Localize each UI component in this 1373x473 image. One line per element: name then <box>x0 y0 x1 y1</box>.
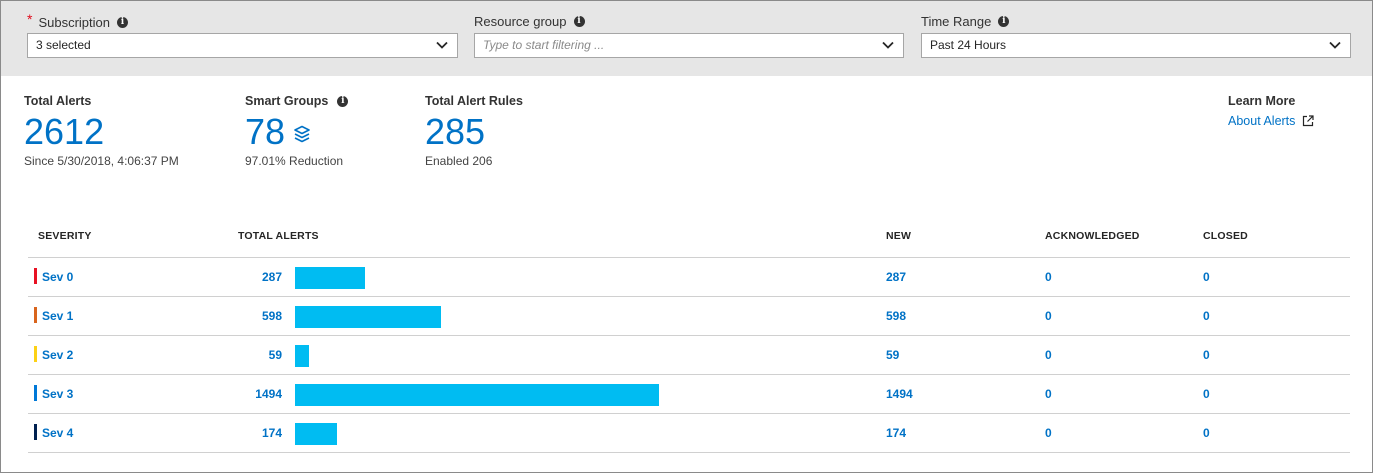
chevron-down-icon <box>436 41 448 49</box>
total-alerts-count[interactable]: 59 <box>269 348 282 362</box>
severity-color-marker <box>34 424 37 440</box>
severity-table: SEVERITY TOTAL ALERTS NEW ACKNOWLEDGED C… <box>28 220 1350 453</box>
table-row[interactable]: Sev 3 1494 1494 0 0 <box>28 375 1350 414</box>
closed-count[interactable]: 0 <box>1203 426 1210 440</box>
filter-bar: * Subscription i 3 selected Resource gro… <box>1 1 1372 76</box>
new-count[interactable]: 174 <box>886 426 906 440</box>
total-alerts-count[interactable]: 1494 <box>255 387 282 401</box>
total-alerts-title: Total Alerts <box>24 94 92 108</box>
severity-link[interactable]: Sev 3 <box>42 387 73 401</box>
smart-groups-title-row: Smart Groups i <box>245 94 349 108</box>
total-alerts-count[interactable]: 598 <box>262 309 282 323</box>
time-range-label-row: Time Range i <box>921 14 1010 29</box>
enabled-rules-count: Enabled 206 <box>425 154 493 168</box>
new-count[interactable]: 598 <box>886 309 906 323</box>
time-range-dropdown[interactable]: Past 24 Hours <box>921 33 1351 58</box>
acknowledged-count[interactable]: 0 <box>1045 309 1052 323</box>
smart-groups-stat: Smart Groups i 78 97.01% Reduction <box>245 94 349 168</box>
acknowledged-count[interactable]: 0 <box>1045 387 1052 401</box>
smart-groups-number[interactable]: 78 <box>245 114 285 150</box>
info-icon[interactable]: i <box>573 16 585 27</box>
time-range-label: Time Range <box>921 14 992 29</box>
resource-group-label: Resource group <box>474 14 567 29</box>
header-severity: SEVERITY <box>38 230 92 242</box>
header-new: NEW <box>886 230 912 242</box>
learn-more-section: Learn More About Alerts <box>1228 94 1315 128</box>
severity-link[interactable]: Sev 4 <box>42 426 73 440</box>
chevron-down-icon <box>882 41 894 49</box>
learn-more-title: Learn More <box>1228 94 1296 108</box>
subscription-dropdown[interactable]: 3 selected <box>27 33 458 58</box>
new-count[interactable]: 287 <box>886 270 906 284</box>
smart-groups-value[interactable]: 78 <box>245 114 348 150</box>
header-acknowledged: ACKNOWLEDGED <box>1045 230 1140 242</box>
total-alerts-stat: Total Alerts 2612 Since 5/30/2018, 4:06:… <box>24 94 179 168</box>
required-star: * <box>27 11 33 27</box>
chevron-down-icon <box>1329 41 1341 49</box>
layers-icon[interactable] <box>293 125 311 143</box>
table-header: SEVERITY TOTAL ALERTS NEW ACKNOWLEDGED C… <box>28 220 1350 258</box>
subscription-value: 3 selected <box>36 38 91 52</box>
acknowledged-count[interactable]: 0 <box>1045 270 1052 284</box>
severity-color-marker <box>34 385 37 401</box>
total-alerts-since: Since 5/30/2018, 4:06:37 PM <box>24 154 179 168</box>
resource-group-label-row: Resource group i <box>474 14 585 29</box>
total-alerts-bar[interactable] <box>295 384 659 406</box>
smart-groups-reduction: 97.01% Reduction <box>245 154 344 168</box>
header-total-alerts: TOTAL ALERTS <box>238 230 319 242</box>
about-alerts-link[interactable]: About Alerts <box>1228 114 1315 128</box>
subscription-label: Subscription <box>38 14 110 30</box>
total-alerts-number[interactable]: 2612 <box>24 114 104 150</box>
severity-color-marker <box>34 307 37 323</box>
total-alert-rules-value[interactable]: 285 <box>425 114 523 150</box>
new-count[interactable]: 59 <box>886 348 899 362</box>
closed-count[interactable]: 0 <box>1203 387 1210 401</box>
severity-link[interactable]: Sev 0 <box>42 270 73 284</box>
total-alerts-bar[interactable] <box>295 423 337 445</box>
table-row[interactable]: Sev 0 287 287 0 0 <box>28 258 1350 297</box>
smart-groups-title: Smart Groups <box>245 94 329 108</box>
table-row[interactable]: Sev 1 598 598 0 0 <box>28 297 1350 336</box>
new-count[interactable]: 1494 <box>886 387 913 401</box>
closed-count[interactable]: 0 <box>1203 270 1210 284</box>
table-row[interactable]: Sev 4 174 174 0 0 <box>28 414 1350 453</box>
info-icon[interactable]: i <box>337 95 349 107</box>
resource-group-dropdown[interactable]: Type to start filtering ... <box>474 33 904 58</box>
total-alerts-bar[interactable] <box>295 306 441 328</box>
total-alerts-count[interactable]: 174 <box>262 426 282 440</box>
total-alert-rules-stat: Total Alert Rules 285 Enabled 206 <box>425 94 523 168</box>
resource-group-placeholder: Type to start filtering ... <box>483 38 605 52</box>
total-alerts-bar[interactable] <box>295 345 309 367</box>
header-closed: CLOSED <box>1203 230 1248 242</box>
severity-color-marker <box>34 268 37 284</box>
total-alert-rules-number[interactable]: 285 <box>425 114 485 150</box>
severity-color-marker <box>34 346 37 362</box>
closed-count[interactable]: 0 <box>1203 309 1210 323</box>
severity-link[interactable]: Sev 1 <box>42 309 73 323</box>
total-alerts-bar[interactable] <box>295 267 365 289</box>
acknowledged-count[interactable]: 0 <box>1045 426 1052 440</box>
info-icon[interactable]: i <box>117 16 128 28</box>
time-range-value: Past 24 Hours <box>930 38 1007 52</box>
table-row[interactable]: Sev 2 59 59 0 0 <box>28 336 1350 375</box>
closed-count[interactable]: 0 <box>1203 348 1210 362</box>
severity-link[interactable]: Sev 2 <box>42 348 73 362</box>
acknowledged-count[interactable]: 0 <box>1045 348 1052 362</box>
total-alerts-count[interactable]: 287 <box>262 270 282 284</box>
table-body: Sev 0 287 287 0 0 Sev 1 598 598 0 0 Sev 2 59 59 0 0 Sev… <box>28 258 1350 453</box>
external-link-icon[interactable] <box>1302 115 1315 127</box>
subscription-label-row: * Subscription i <box>27 11 128 30</box>
total-alerts-value[interactable]: 2612 <box>24 114 179 150</box>
total-alert-rules-title: Total Alert Rules <box>425 94 523 108</box>
about-alerts-label[interactable]: About Alerts <box>1228 114 1295 128</box>
info-icon[interactable]: i <box>998 16 1010 27</box>
